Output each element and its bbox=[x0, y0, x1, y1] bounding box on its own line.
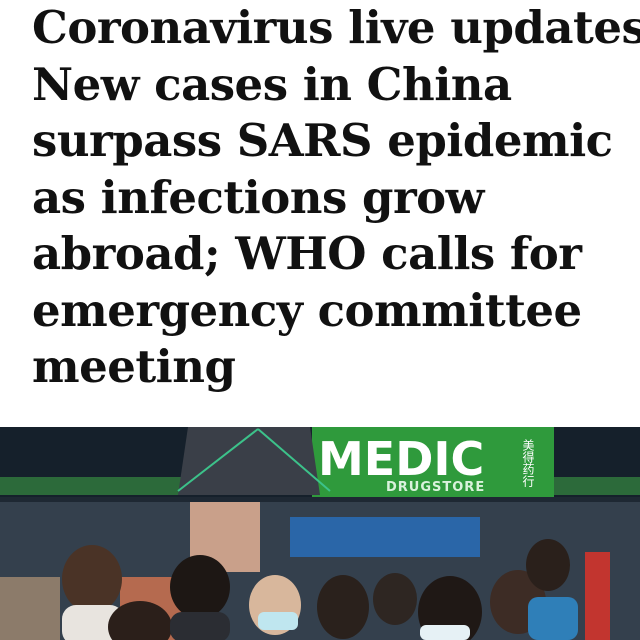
headline-line-2: New cases in China bbox=[32, 57, 512, 111]
store-subsign-text: DRUGSTORE bbox=[386, 480, 485, 495]
headline-line-3: surpass SARS epidemic bbox=[32, 114, 613, 167]
display-screen bbox=[290, 517, 480, 557]
store-sign-text: MEDIC bbox=[318, 432, 484, 486]
article-headline: Coronavirus live updates: New cases in C… bbox=[32, 0, 640, 396]
chinese-sign-text: 美得药行 bbox=[521, 439, 535, 487]
red-banner bbox=[585, 552, 610, 640]
shelf-left bbox=[0, 577, 60, 640]
news-photo: MEDIC DRUGSTORE 美得药行 bbox=[0, 427, 640, 640]
headline-line-1: Coronavirus live updates: bbox=[32, 1, 640, 54]
drugstore-crowd-photo: MEDIC DRUGSTORE 美得药行 bbox=[0, 427, 640, 640]
headline-line-4: as infections grow bbox=[32, 170, 484, 224]
headline-line-5: abroad; WHO calls for bbox=[32, 227, 582, 280]
headline-line-7: meeting bbox=[32, 340, 236, 393]
headline-line-6: emergency committee bbox=[32, 283, 582, 337]
